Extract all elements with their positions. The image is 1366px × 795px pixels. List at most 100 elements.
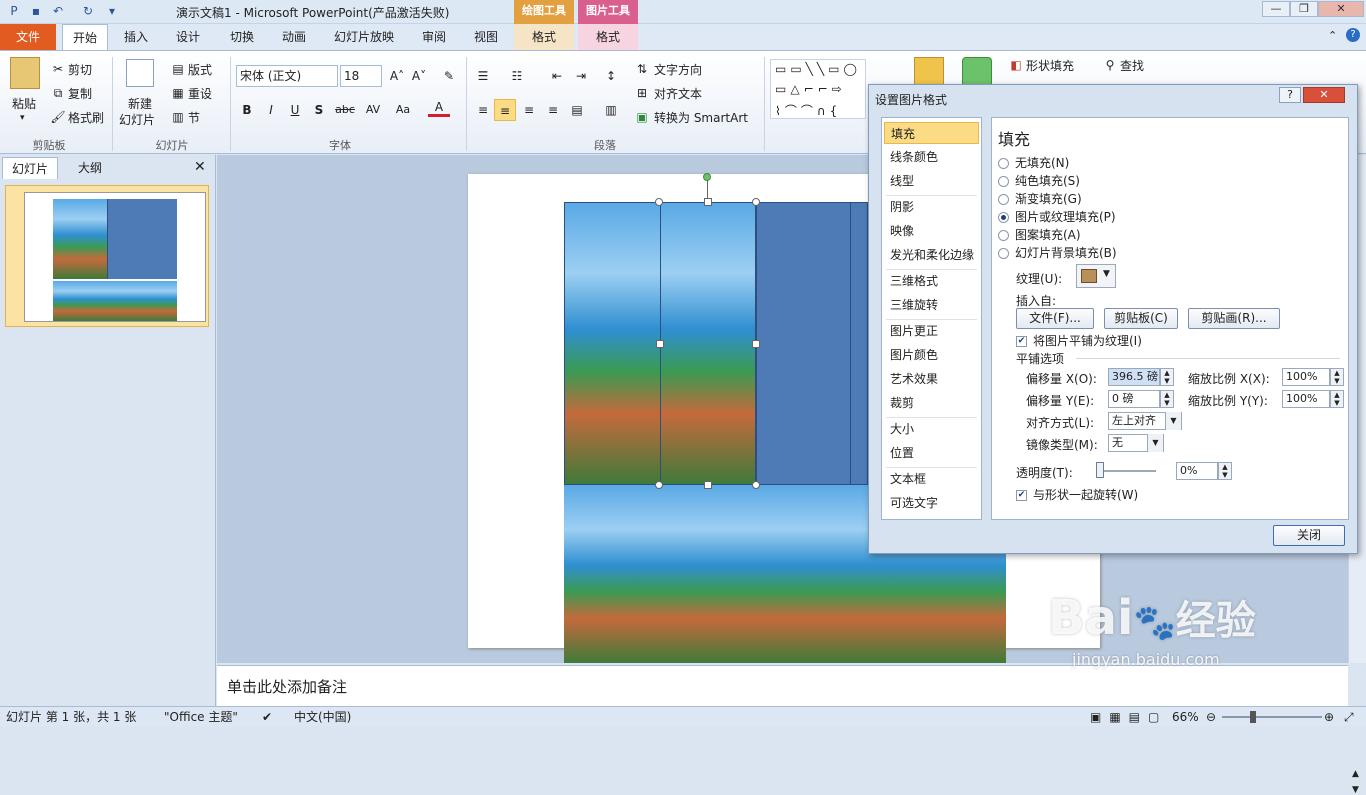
columns-icon[interactable]: ▥ [600, 99, 622, 121]
customize-quick-access-icon[interactable]: ▾ [104, 3, 120, 19]
option-background-fill[interactable]: 幻灯片背景填充(B) [998, 244, 1117, 261]
tab-design[interactable]: 设计 [166, 24, 210, 50]
insert-clipboard-button[interactable]: 剪贴板(C) [1104, 308, 1178, 329]
strikethrough-button[interactable]: abc [332, 99, 358, 121]
copy-button[interactable]: 复制 [68, 85, 92, 102]
nav-glow-soft-edges[interactable]: 发光和柔化边缘 [884, 244, 979, 266]
transparency-input[interactable]: 0% [1176, 462, 1218, 480]
shapes-gallery[interactable]: ▭▭╲╲▭◯ ▭△⌐⌐⇨ ⌇⌒⌒∩{ [770, 59, 866, 119]
rotate-with-shape-option[interactable]: ✔ 与形状一起旋转(W) [1016, 486, 1138, 503]
radio-solid-fill[interactable] [998, 176, 1009, 187]
resize-handle-sw[interactable] [655, 481, 663, 489]
slide-thumbnail[interactable] [24, 192, 206, 322]
zoom-out-icon[interactable]: ⊖ [1206, 707, 1216, 727]
paste-icon[interactable] [10, 57, 40, 89]
rotate-with-shape-checkbox[interactable]: ✔ [1016, 490, 1027, 501]
redo-icon[interactable]: ↻ [80, 3, 96, 19]
undo-icon[interactable]: ↶ [50, 3, 66, 19]
option-picture-fill[interactable]: 图片或纹理填充(P) [998, 208, 1116, 225]
tab-insert[interactable]: 插入 [114, 24, 158, 50]
section-button[interactable]: 节 [188, 109, 200, 126]
notes-placeholder[interactable]: 单击此处添加备注 [227, 676, 347, 697]
resize-handle-se[interactable] [752, 481, 760, 489]
decrease-indent-icon[interactable]: ⇤ [546, 65, 568, 87]
cut-button[interactable]: 剪切 [68, 61, 92, 78]
shrink-font-icon[interactable]: A˅ [408, 65, 430, 87]
tab-outline-pane[interactable]: 大纲 [62, 157, 118, 179]
new-slide-button[interactable]: 新建 [128, 95, 152, 112]
offset-x-spinner[interactable]: ▲ ▼ [1160, 368, 1174, 386]
grow-font-icon[interactable]: A˄ [386, 65, 408, 87]
minimize-button[interactable]: — [1262, 1, 1290, 17]
paste-button[interactable]: 粘贴 [12, 95, 36, 112]
scale-y-input[interactable]: 100% [1282, 390, 1330, 408]
help-icon[interactable]: ? [1346, 28, 1360, 42]
zoom-slider-thumb[interactable] [1250, 711, 1256, 723]
alignment-select[interactable]: 左上对齐 ▼ [1108, 412, 1182, 430]
offset-y-spinner[interactable]: ▲ ▼ [1160, 390, 1174, 408]
distributed-icon[interactable]: ▤ [566, 99, 588, 121]
close-window-button[interactable]: ✕ [1318, 1, 1364, 17]
resize-handle-s[interactable] [704, 481, 712, 489]
notes-pane[interactable]: 单击此处添加备注 [217, 665, 1348, 706]
nav-line-style[interactable]: 线型 [884, 170, 979, 192]
dialog-close-button[interactable]: 关闭 [1273, 525, 1345, 546]
tile-as-texture-checkbox[interactable]: ✔ [1016, 336, 1027, 347]
texture-picker[interactable]: ▼ [1076, 264, 1116, 288]
bold-button[interactable]: B [236, 99, 258, 121]
minimize-ribbon-icon[interactable]: ⌃ [1328, 29, 1337, 42]
scale-x-input[interactable]: 100% [1282, 368, 1330, 386]
nav-line-color[interactable]: 线条颜色 [884, 146, 979, 168]
format-painter-button[interactable]: 格式刷 [68, 109, 104, 126]
close-pane-icon[interactable]: ✕ [194, 159, 206, 175]
clear-format-icon[interactable]: ✎ [438, 65, 460, 87]
tab-slideshow[interactable]: 幻灯片放映 [326, 24, 402, 50]
nav-3d-format[interactable]: 三维格式 [884, 270, 979, 292]
nav-artistic-effects[interactable]: 艺术效果 [884, 368, 979, 390]
transparency-spinner[interactable]: ▲ ▼ [1218, 462, 1232, 480]
new-slide-label-2[interactable]: 幻灯片 [119, 111, 155, 128]
tab-picture-format[interactable]: 格式 [578, 24, 638, 50]
italic-button[interactable]: I [260, 99, 282, 121]
change-case-button[interactable]: Aa [390, 99, 416, 121]
next-slide-icon[interactable]: ▼ [1352, 785, 1359, 795]
resize-handle-e[interactable] [752, 340, 760, 348]
numbering-icon[interactable]: ☷ [506, 65, 528, 87]
tab-drawing-format[interactable]: 格式 [514, 24, 574, 50]
rotation-handle[interactable] [703, 173, 711, 181]
save-icon[interactable]: ▪ [28, 3, 44, 19]
paste-dropdown-icon[interactable]: ▾ [20, 113, 25, 123]
find-button[interactable]: 查找 [1120, 57, 1144, 74]
maximize-button[interactable]: ❐ [1290, 1, 1318, 17]
zoom-in-icon[interactable]: ⊕ [1324, 707, 1334, 727]
nav-size[interactable]: 大小 [884, 418, 979, 440]
prev-slide-icon[interactable]: ▲ [1352, 769, 1359, 779]
insert-file-button[interactable]: 文件(F)... [1016, 308, 1094, 329]
font-color-button[interactable]: A [428, 97, 450, 117]
resize-handle-nw[interactable] [655, 198, 663, 206]
nav-picture-color[interactable]: 图片颜色 [884, 344, 979, 366]
nav-position[interactable]: 位置 [884, 442, 979, 464]
tab-slides-pane[interactable]: 幻灯片 [2, 157, 58, 179]
option-gradient-fill[interactable]: 渐变填充(G) [998, 190, 1082, 207]
tab-home[interactable]: 开始 [62, 24, 108, 50]
align-left-icon[interactable]: ≡ [472, 99, 494, 121]
nav-text-box[interactable]: 文本框 [884, 468, 979, 490]
tab-file[interactable]: 文件 [0, 24, 56, 50]
dialog-help-button[interactable]: ? [1279, 87, 1301, 103]
resize-handle-ne[interactable] [752, 198, 760, 206]
resize-handle-w[interactable] [656, 340, 664, 348]
nav-shadow[interactable]: 阴影 [884, 196, 979, 218]
nav-alt-text[interactable]: 可选文字 [884, 492, 979, 514]
radio-pattern-fill[interactable] [998, 230, 1009, 241]
dialog-close-x-button[interactable]: ✕ [1303, 87, 1345, 103]
shape-fill-button[interactable]: 形状填充 [1026, 57, 1074, 74]
nav-fill[interactable]: 填充 [884, 122, 979, 144]
offset-y-input[interactable]: 0 磅 [1108, 390, 1160, 408]
option-pattern-fill[interactable]: 图案填充(A) [998, 226, 1081, 243]
transparency-slider-thumb[interactable] [1096, 462, 1104, 478]
align-center-icon[interactable]: ≡ [494, 99, 516, 121]
underline-button[interactable]: U [284, 99, 306, 121]
transparency-slider[interactable] [1100, 470, 1156, 472]
text-direction-button[interactable]: 文字方向 [654, 61, 702, 78]
